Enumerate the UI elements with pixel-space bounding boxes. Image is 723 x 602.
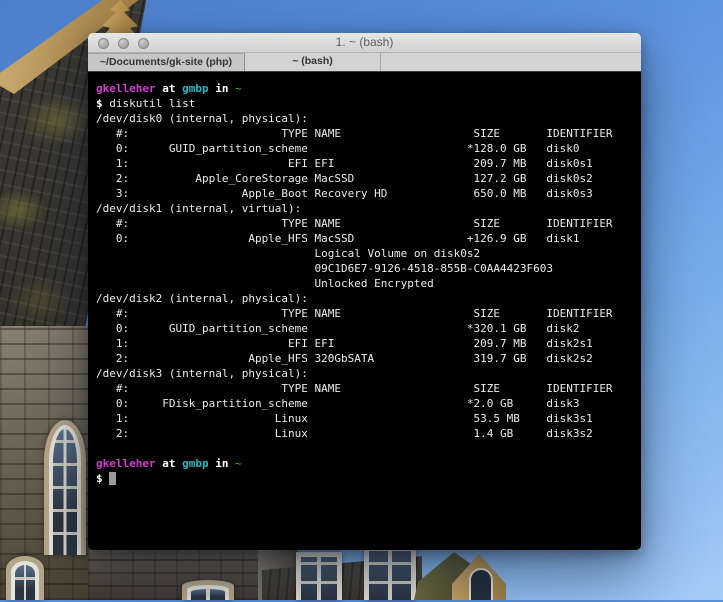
terminal-text: 3: Apple_Boot Recovery HD 650.0 MB disk0… bbox=[96, 187, 593, 200]
terminal-line: $ bbox=[96, 471, 641, 486]
terminal-line: 0: GUID_partition_scheme *320.1 GB disk2 bbox=[96, 321, 641, 336]
terminal-line: 2: Apple_HFS 320GbSATA 319.7 GB disk2s2 bbox=[96, 351, 641, 366]
terminal-text: 1: EFI EFI 209.7 MB disk2s1 bbox=[96, 337, 593, 350]
minimize-button-icon[interactable] bbox=[118, 38, 129, 49]
terminal-text: 2: Apple_CoreStorage MacSSD 127.2 GB dis… bbox=[96, 172, 593, 185]
terminal-line: 0: FDisk_partition_scheme *2.0 GB disk3 bbox=[96, 396, 641, 411]
terminal-line: #: TYPE NAME SIZE IDENTIFIER bbox=[96, 381, 641, 396]
terminal-text: /dev/disk2 (internal, physical): bbox=[96, 292, 308, 305]
tab-bash[interactable]: ~ (bash) bbox=[245, 53, 381, 71]
arched-window bbox=[469, 568, 493, 602]
terminal-line: #: TYPE NAME SIZE IDENTIFIER bbox=[96, 126, 641, 141]
terminal-line: 1: EFI EFI 209.7 MB disk0s1 bbox=[96, 156, 641, 171]
terminal-text: 0: GUID_partition_scheme *320.1 GB disk2 bbox=[96, 322, 579, 335]
terminal-line: /dev/disk3 (internal, physical): bbox=[96, 366, 641, 381]
terminal-text: ~ bbox=[235, 457, 242, 470]
terminal-text: gkelleher bbox=[96, 457, 156, 470]
terminal-text: 1: EFI EFI 209.7 MB disk0s1 bbox=[96, 157, 593, 170]
terminal-line: 1: EFI EFI 209.7 MB disk2s1 bbox=[96, 336, 641, 351]
terminal-line: Logical Volume on disk0s2 bbox=[96, 246, 641, 261]
terminal-line: 2: Linux 1.4 GB disk3s2 bbox=[96, 426, 641, 441]
terminal-text: at bbox=[162, 457, 175, 470]
terminal-line: gkelleher at gmbp in ~ bbox=[96, 456, 641, 471]
stone-wall-lower bbox=[88, 548, 268, 600]
terminal-text: #: TYPE NAME SIZE IDENTIFIER bbox=[96, 382, 613, 395]
terminal-window: 1. ~ (bash) ~/Documents/gk-site (php) ~ … bbox=[88, 33, 641, 550]
terminal-text: in bbox=[215, 457, 228, 470]
gothic-window bbox=[6, 556, 44, 600]
terminal-line: 09C1D6E7-9126-4518-855B-C0AA4423F603 bbox=[96, 261, 641, 276]
terminal-text: /dev/disk1 (internal, virtual): bbox=[96, 202, 301, 215]
terminal-text: gmbp bbox=[182, 457, 209, 470]
terminal-line: gkelleher at gmbp in ~ bbox=[96, 81, 641, 96]
window-titlebar[interactable]: 1. ~ (bash) bbox=[88, 33, 641, 53]
terminal-text: Unlocked Encrypted bbox=[96, 277, 434, 290]
terminal-text: $ bbox=[96, 97, 109, 110]
terminal-text: 09C1D6E7-9126-4518-855B-C0AA4423F603 bbox=[96, 262, 553, 275]
dormer-window bbox=[364, 546, 416, 600]
terminal-text: 1: Linux 53.5 MB disk3s1 bbox=[96, 412, 593, 425]
terminal-text: #: TYPE NAME SIZE IDENTIFIER bbox=[96, 307, 613, 320]
zoom-button-icon[interactable] bbox=[138, 38, 149, 49]
terminal-line: 1: Linux 53.5 MB disk3s1 bbox=[96, 411, 641, 426]
terminal-text bbox=[96, 442, 103, 455]
terminal-line: #: TYPE NAME SIZE IDENTIFIER bbox=[96, 216, 641, 231]
terminal-text: Logical Volume on disk0s2 bbox=[96, 247, 480, 260]
window-panes bbox=[369, 551, 411, 600]
terminal-line: 0: GUID_partition_scheme *128.0 GB disk0 bbox=[96, 141, 641, 156]
tab-bar: ~/Documents/gk-site (php) ~ (bash) bbox=[88, 53, 641, 72]
gothic-window bbox=[44, 420, 86, 555]
terminal-text: diskutil list bbox=[109, 97, 195, 110]
terminal-text: 0: FDisk_partition_scheme *2.0 GB disk3 bbox=[96, 397, 579, 410]
terminal-text: /dev/disk3 (internal, physical): bbox=[96, 367, 308, 380]
terminal-text: #: TYPE NAME SIZE IDENTIFIER bbox=[96, 217, 613, 230]
terminal-line: #: TYPE NAME SIZE IDENTIFIER bbox=[96, 306, 641, 321]
terminal-line: Unlocked Encrypted bbox=[96, 276, 641, 291]
terminal-text: 0: GUID_partition_scheme *128.0 GB disk0 bbox=[96, 142, 579, 155]
tab-gk-site-php[interactable]: ~/Documents/gk-site (php) bbox=[88, 53, 245, 71]
terminal-line: /dev/disk0 (internal, physical): bbox=[96, 111, 641, 126]
window-glass bbox=[191, 589, 225, 600]
terminal-line: /dev/disk2 (internal, physical): bbox=[96, 291, 641, 306]
dormer-window bbox=[296, 552, 342, 600]
terminal-text: gmbp bbox=[182, 82, 209, 95]
terminal-text: #: TYPE NAME SIZE IDENTIFIER bbox=[96, 127, 613, 140]
terminal-text: 2: Apple_HFS 320GbSATA 319.7 GB disk2s2 bbox=[96, 352, 593, 365]
window-title: 1. ~ (bash) bbox=[88, 33, 641, 52]
terminal-line bbox=[96, 441, 641, 456]
terminal-line: /dev/disk1 (internal, virtual): bbox=[96, 201, 641, 216]
terminal-text: in bbox=[215, 82, 228, 95]
tab-bar-empty-space bbox=[381, 53, 641, 71]
window-glass bbox=[53, 429, 77, 555]
terminal-text: at bbox=[162, 82, 175, 95]
terminal-text: ~ bbox=[235, 82, 242, 95]
terminal-text: $ bbox=[96, 472, 109, 485]
terminal-screen[interactable]: gkelleher at gmbp in ~$ diskutil list/de… bbox=[88, 72, 641, 550]
terminal-line: $ diskutil list bbox=[96, 96, 641, 111]
terminal-text: /dev/disk0 (internal, physical): bbox=[96, 112, 308, 125]
terminal-text: 0: Apple_HFS MacSSD +126.9 GB disk1 bbox=[96, 232, 579, 245]
terminal-line: 2: Apple_CoreStorage MacSSD 127.2 GB dis… bbox=[96, 171, 641, 186]
window-glass bbox=[15, 565, 35, 600]
close-button-icon[interactable] bbox=[98, 38, 109, 49]
terminal-line: 3: Apple_Boot Recovery HD 650.0 MB disk0… bbox=[96, 186, 641, 201]
window-panes bbox=[301, 557, 337, 600]
terminal-cursor bbox=[109, 472, 116, 485]
gothic-window-top bbox=[182, 580, 234, 600]
terminal-text: 2: Linux 1.4 GB disk3s2 bbox=[96, 427, 593, 440]
terminal-line: 0: Apple_HFS MacSSD +126.9 GB disk1 bbox=[96, 231, 641, 246]
terminal-text: gkelleher bbox=[96, 82, 156, 95]
